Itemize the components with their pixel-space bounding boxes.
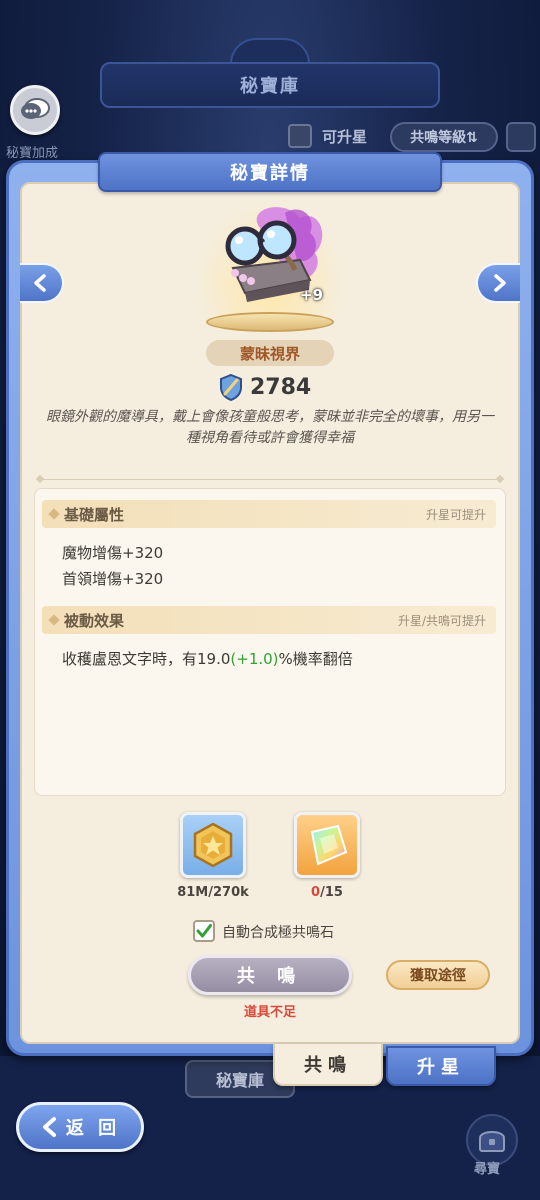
gold-coin-icon <box>193 822 233 868</box>
resonate-button[interactable]: 共 鳴 <box>188 955 352 995</box>
power-value: 2784 <box>250 374 312 400</box>
attribute-line: 首領增傷+320 <box>62 570 164 588</box>
base-attributes-title: 基礎屬性 <box>64 505 125 524</box>
crystal-count-have: 0 <box>311 885 321 900</box>
gold-coin-resource[interactable] <box>180 812 246 878</box>
power-row: 2784 <box>218 372 311 402</box>
chevron-right-icon <box>494 274 506 292</box>
back-arrow-icon <box>42 1117 56 1137</box>
gold-coin-count: 81M/270k <box>177 885 249 900</box>
passive-effect-prefix: 收穫盧恩文字時，有19.0 <box>62 650 231 668</box>
chat-bubbles-icon <box>21 98 50 119</box>
insufficient-items-warning: 道具不足 <box>243 1005 296 1020</box>
chevron-left-icon <box>34 274 46 292</box>
back-button[interactable]: 返 回 <box>16 1102 144 1152</box>
auto-merge-checkbox[interactable] <box>193 920 215 942</box>
tab-resonate[interactable]: 共鳴 <box>273 1044 383 1086</box>
divider <box>40 479 500 480</box>
item-name: 蒙昧視界 <box>206 340 334 366</box>
codex-book-icon[interactable] <box>506 122 536 152</box>
treasure-chest-icon <box>479 1131 505 1152</box>
crystal-count-need: /15 <box>320 885 343 900</box>
shield-sword-icon <box>220 373 242 401</box>
auto-merge-label[interactable]: 自動合成極共鳴石 <box>222 922 334 942</box>
passive-effect-title: 被動效果 <box>64 611 125 630</box>
chat-button-label: 秘寶加成 <box>6 146 59 161</box>
next-item-button[interactable] <box>476 263 520 303</box>
treasure-hunt-label: 尋寶 <box>474 1162 501 1177</box>
checkmark-icon <box>196 924 212 938</box>
resonance-crystal-resource[interactable] <box>294 812 360 878</box>
passive-effect-note: 升星/共鳴可提升 <box>397 613 486 628</box>
passive-effect-bonus: (+1.0) <box>230 650 279 668</box>
chat-button[interactable] <box>10 85 60 135</box>
passive-effect-header: 被動效果 升星/共鳴可提升 <box>42 606 496 634</box>
diamond-icon <box>48 614 60 626</box>
base-attributes-header: 基礎屬性 升星可提升 <box>42 500 496 528</box>
attribute-line: 魔物增傷+320 <box>62 544 164 562</box>
diamond-icon <box>48 508 60 520</box>
passive-effect-text: 收穫盧恩文字時，有19.0(+1.0)%機率翻倍 <box>62 648 353 669</box>
upgradable-filter-label: 可升星 <box>322 128 368 146</box>
passive-effect-suffix: %機率翻倍 <box>278 650 353 668</box>
sort-button[interactable]: 共鳴等級⇅ <box>390 122 498 152</box>
upgradable-filter-checkbox[interactable] <box>288 124 312 148</box>
tab-star-up[interactable]: 升星 <box>386 1046 496 1086</box>
item-pedestal <box>206 312 334 332</box>
vault-header-title: 秘寶庫 <box>100 62 440 108</box>
attributes-panel <box>34 488 506 796</box>
item-level: +9 <box>300 286 324 304</box>
back-button-label: 返 回 <box>65 1118 121 1139</box>
dialog-title: 秘寶詳情 <box>98 152 442 192</box>
previous-item-button[interactable] <box>20 263 64 303</box>
base-attributes-note: 升星可提升 <box>425 507 486 522</box>
crystal-count: 0/15 <box>282 885 372 900</box>
obtain-source-button[interactable]: 獲取途徑 <box>386 960 490 990</box>
rainbow-crystal-icon <box>310 824 348 866</box>
item-description: 眼鏡外觀的魔導具，戴上會像孩童般思考，蒙昧並非完全的壞事，用另一種視角看待或許會… <box>46 409 494 446</box>
